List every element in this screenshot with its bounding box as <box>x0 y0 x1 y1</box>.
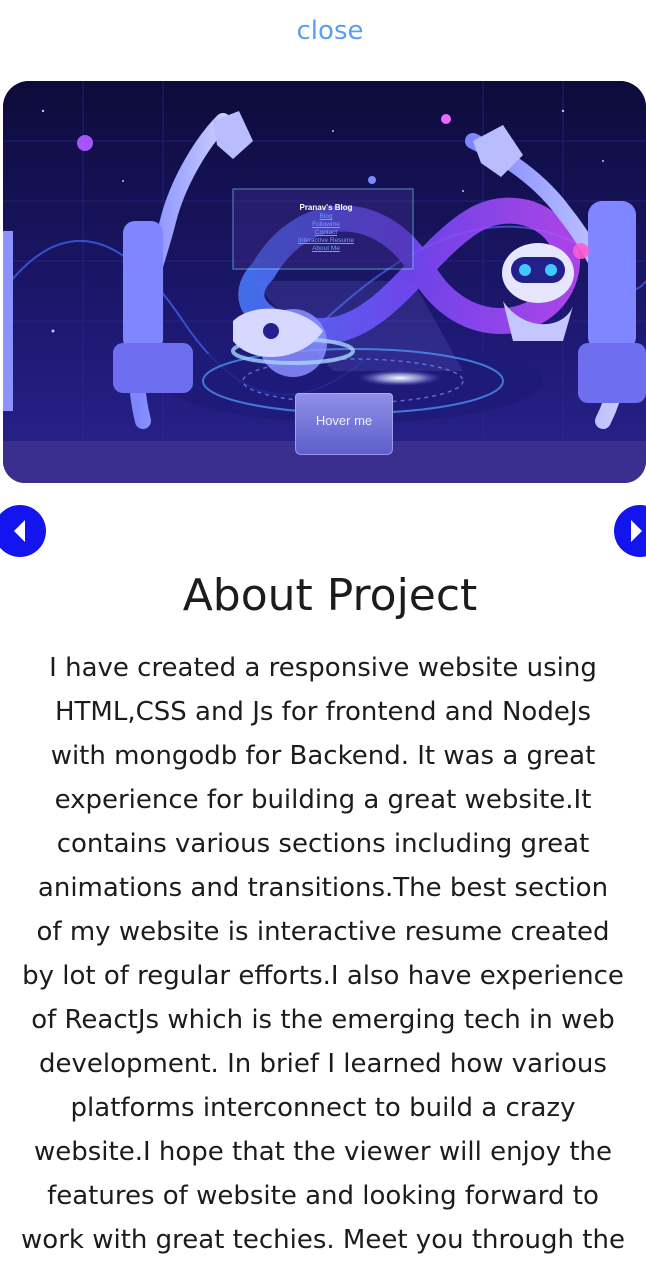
next-button[interactable] <box>614 505 646 557</box>
blog-preview-title: Pranav's Blog <box>299 203 353 212</box>
blog-preview-panel: Pranav's Blog Blog Followme Contact Inte… <box>236 189 416 269</box>
description-line: platforms interconnect to build a crazy <box>70 1093 576 1123</box>
blog-preview-link-blog[interactable]: Blog <box>236 213 416 221</box>
description-line: experience for building a great website.… <box>54 785 592 815</box>
description-line: HTML,CSS and Js for frontend and NodeJs <box>54 697 592 727</box>
about-project-description: I have created a responsive website usin… <box>0 646 646 1262</box>
description-line: development. In brief I learned how vari… <box>39 1049 607 1079</box>
blog-preview-link-contact[interactable]: Contact <box>236 229 416 237</box>
about-project-heading: About Project <box>182 570 478 621</box>
description-line: website.I hope that the viewer will enjo… <box>33 1137 613 1167</box>
chevron-left-icon <box>14 520 25 542</box>
close-button[interactable]: close <box>0 16 646 46</box>
description-line: I have created a responsive website usin… <box>49 653 597 683</box>
blog-preview-link-resume[interactable]: Interactive Resume <box>236 237 416 245</box>
description-line: with mongodb for Backend. It was a great <box>50 741 596 771</box>
description-line: work with great techies. Meet you throug… <box>21 1225 625 1255</box>
blog-preview-link-about[interactable]: About Me <box>236 245 416 253</box>
description-line: of my website is interactive resume crea… <box>36 917 610 947</box>
blog-preview-link-followme[interactable]: Followme <box>236 221 416 229</box>
description-line: animations and transitions.The best sect… <box>37 873 609 903</box>
project-preview-image: Pranav's Blog Blog Followme Contact Inte… <box>3 81 646 483</box>
chevron-right-icon <box>631 520 642 542</box>
description-line: by lot of regular efforts.I also have ex… <box>22 961 624 991</box>
description-line: of ReactJs which is the emerging tech in… <box>31 1005 615 1035</box>
previous-button[interactable] <box>0 505 46 557</box>
description-line: contains various sections including grea… <box>56 829 590 859</box>
description-line: features of website and looking forward … <box>47 1181 599 1211</box>
hover-me-button[interactable]: Hover me <box>295 393 393 455</box>
